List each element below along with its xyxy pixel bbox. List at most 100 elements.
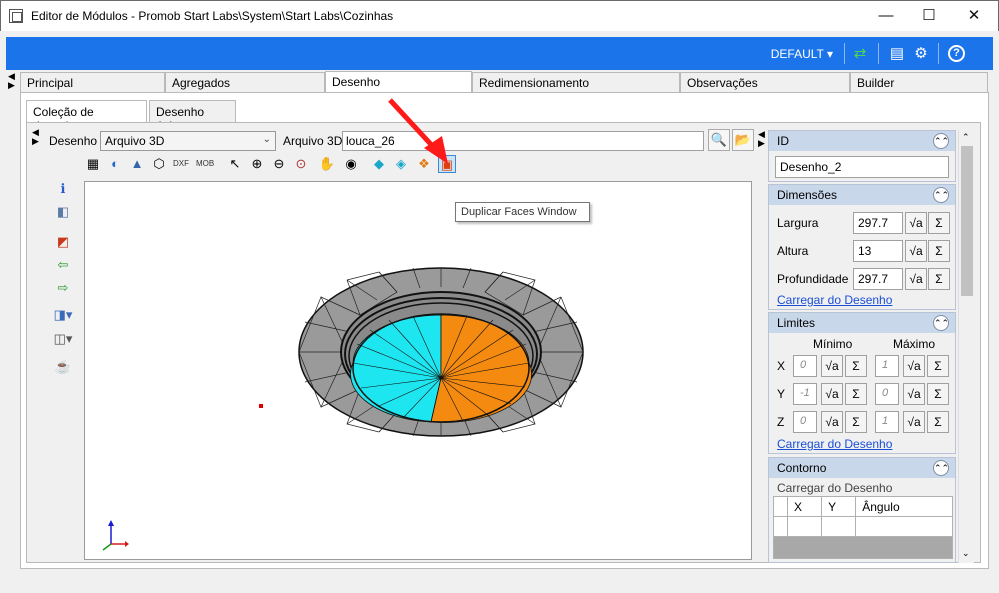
x-min-field[interactable]: 0 <box>793 355 817 377</box>
sigma-icon[interactable]: Σ <box>845 383 867 405</box>
column-angulo[interactable]: Ângulo <box>855 496 953 517</box>
contorno-table[interactable]: X Y Ângulo <box>773 496 953 559</box>
scroll-thumb[interactable] <box>961 146 973 296</box>
view-cube-icon[interactable]: ◨▾ <box>52 305 74 325</box>
collapse-left-icon[interactable]: ◀ ▶ <box>32 128 39 146</box>
render-cube-icon[interactable]: ◫▾ <box>52 329 74 349</box>
sigma-icon[interactable]: Σ <box>927 383 949 405</box>
refresh-icon[interactable]: ⇄ <box>851 45 869 63</box>
close-button[interactable]: ✕ <box>951 1 997 31</box>
main-tabs: Principal Agregados Desenho Redimensiona… <box>20 71 988 94</box>
id-field[interactable]: Desenho_2 <box>775 156 949 178</box>
id-header-label: ID <box>777 134 789 148</box>
dxf-icon[interactable]: DXF <box>172 155 190 173</box>
orbit-icon[interactable]: ◉ <box>342 155 360 173</box>
largura-field[interactable]: 297.7 <box>853 212 903 234</box>
arrow-left-icon[interactable]: ⇦ <box>52 255 74 275</box>
profundidade-label: Profundidade <box>777 272 849 286</box>
component-icon[interactable]: ◩ <box>52 232 74 252</box>
column-x[interactable]: X <box>786 496 823 517</box>
desenho-select-value: Arquivo 3D <box>105 134 165 148</box>
sigma-icon[interactable]: Σ <box>928 212 950 234</box>
sphere-icon[interactable]: ◐ <box>106 155 124 173</box>
collapse-icon[interactable]: ⌃⌃ <box>933 133 949 149</box>
panel-scrollbar[interactable]: ⌃ ⌄ <box>958 130 974 563</box>
maximize-button[interactable]: ☐ <box>906 1 952 31</box>
formula-icon[interactable]: √a <box>903 355 925 377</box>
arquivo-label: Arquivo 3D <box>283 134 343 148</box>
tab-desenho[interactable]: Desenho <box>325 71 472 94</box>
maximo-label: Máximo <box>893 337 936 351</box>
wireframe-icon[interactable]: ⬡ <box>150 155 168 173</box>
column-y[interactable]: Y <box>821 496 857 517</box>
table-cell[interactable] <box>821 516 857 537</box>
contorno-subtitle: Carregar do Desenho <box>777 481 893 495</box>
y-max-field[interactable]: 0 <box>875 383 899 405</box>
gear-icon[interactable]: ⚙ <box>912 45 930 63</box>
pointer-icon[interactable]: ↖ <box>226 155 244 173</box>
sigma-icon[interactable]: Σ <box>927 355 949 377</box>
collapse-icon[interactable]: ⌃⌃ <box>933 460 949 476</box>
subtab-desenho-unico[interactable]: Desenho único <box>149 100 236 133</box>
tab-principal[interactable]: Principal <box>20 72 165 93</box>
minimize-button[interactable]: — <box>863 1 909 31</box>
teapot-icon[interactable]: ☕ <box>52 357 74 377</box>
sigma-icon[interactable]: Σ <box>927 411 949 433</box>
formula-icon[interactable]: √a <box>903 383 925 405</box>
formula-icon[interactable]: √a <box>821 411 843 433</box>
insert-icon[interactable]: ▲ <box>128 155 146 173</box>
carregar-desenho-link[interactable]: Carregar do Desenho <box>777 437 892 451</box>
table-cell[interactable] <box>855 516 953 537</box>
profundidade-field[interactable]: 297.7 <box>853 268 903 290</box>
profile-dropdown[interactable]: DEFAULT ▾ <box>771 47 833 61</box>
3d-viewport[interactable] <box>84 181 752 560</box>
table-row[interactable] <box>773 516 953 537</box>
zoom-out-icon[interactable]: ⊖ <box>270 155 288 173</box>
formula-icon[interactable]: √a <box>821 355 843 377</box>
pan-hand-icon[interactable]: ✋ <box>318 155 336 173</box>
formula-icon[interactable]: √a <box>905 268 927 290</box>
tab-builder[interactable]: Builder <box>850 72 988 93</box>
help-icon[interactable]: ? <box>948 45 965 62</box>
sigma-icon[interactable]: Σ <box>928 268 950 290</box>
open-folder-icon[interactable]: 📂 <box>732 129 754 151</box>
info-icon[interactable]: ℹ <box>52 179 74 199</box>
desenho-select[interactable]: Arquivo 3D ⌄ <box>100 131 276 151</box>
tab-observacoes[interactable]: Observações <box>680 72 850 93</box>
scroll-down-icon[interactable]: ⌄ <box>962 548 970 559</box>
z-max-field[interactable]: 1 <box>875 411 899 433</box>
formula-icon[interactable]: √a <box>903 411 925 433</box>
z-min-field[interactable]: 0 <box>793 411 817 433</box>
tab-agregados[interactable]: Agregados <box>165 72 325 93</box>
z-label: Z <box>777 415 785 429</box>
formula-icon[interactable]: √a <box>821 383 843 405</box>
collapse-right-icon[interactable]: ◀ ▶ <box>758 130 765 148</box>
collapse-icon[interactable]: ⌃⌃ <box>933 315 949 331</box>
zoom-icon[interactable]: ⊕ <box>248 155 266 173</box>
formula-icon[interactable]: √a <box>905 212 927 234</box>
list-icon[interactable]: ▤ <box>888 45 906 63</box>
tab-redimensionamento[interactable]: Redimensionamento <box>472 72 680 93</box>
x-max-field[interactable]: 1 <box>875 355 899 377</box>
zoom-window-icon[interactable]: ⊙ <box>292 155 310 173</box>
row-header-cell <box>773 516 788 537</box>
binoculars-icon[interactable]: 🔍 <box>708 129 730 151</box>
box-icon[interactable]: ▦ <box>84 155 102 173</box>
arrow-right-icon[interactable]: ⇨ <box>52 278 74 298</box>
scroll-up-icon[interactable]: ⌃ <box>962 132 970 143</box>
window-title: Editor de Módulos - Promob Start Labs\Sy… <box>31 9 394 23</box>
y-min-field[interactable]: -1 <box>793 383 817 405</box>
table-cell[interactable] <box>786 516 823 537</box>
sigma-icon[interactable]: Σ <box>845 355 867 377</box>
contorno-header: Contorno ⌃⌃ <box>769 458 955 478</box>
subtab-colecao[interactable]: Coleção de desenhos <box>26 100 147 133</box>
carregar-desenho-link[interactable]: Carregar do Desenho <box>777 293 892 307</box>
formula-icon[interactable]: √a <box>905 240 927 262</box>
altura-field[interactable]: 13 <box>853 240 903 262</box>
sigma-icon[interactable]: Σ <box>928 240 950 262</box>
layers-icon[interactable]: ◧ <box>52 202 74 222</box>
sigma-icon[interactable]: Σ <box>845 411 867 433</box>
collapse-left-icon[interactable]: ◀ ▶ <box>8 72 15 90</box>
collapse-icon[interactable]: ⌃⌃ <box>933 187 949 203</box>
mob-icon[interactable]: MOB <box>196 155 214 173</box>
